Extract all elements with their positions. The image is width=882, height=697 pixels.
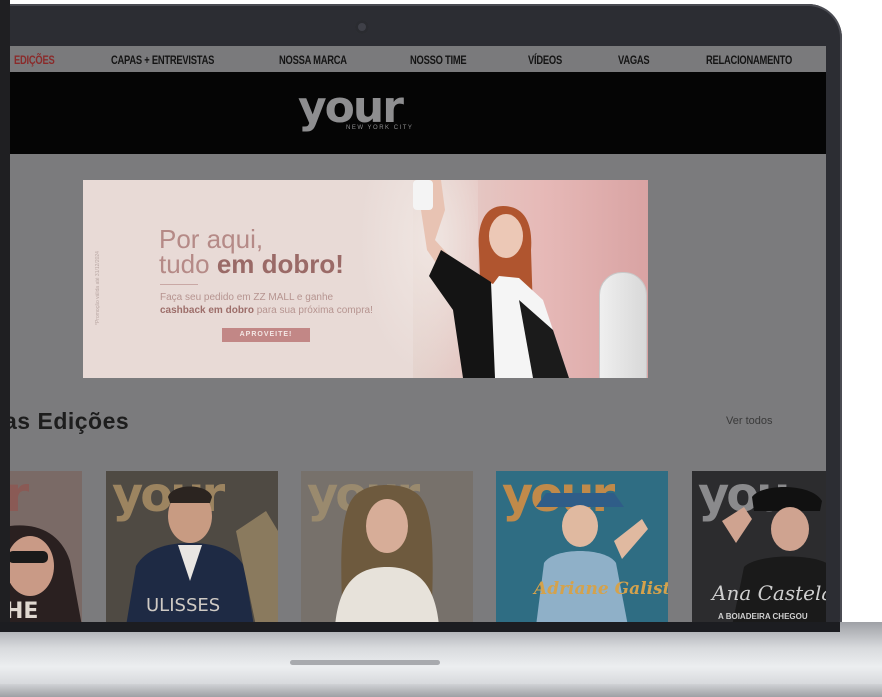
cover-photo <box>335 485 439 622</box>
cover-subtitle: A BOIADEIRA CHEGOU <box>718 612 808 621</box>
banner-disclaimer: *Promoção válida até 31/12/2024 <box>95 251 101 325</box>
promo-banner[interactable]: *Promoção válida até 31/12/2024 Por aqui… <box>83 180 648 378</box>
laptop-hinge <box>0 622 840 632</box>
edition-cover[interactable]: your HE <box>10 471 82 622</box>
banner-mirror-decoration <box>599 272 647 378</box>
cover-name: Adriane Galisteu <box>534 579 668 599</box>
logo-subtitle: NEW YORK CITY <box>346 125 414 131</box>
webcam-icon <box>355 20 369 34</box>
model-face <box>489 214 523 258</box>
sunglasses-icon <box>10 551 48 563</box>
edition-cover[interactable]: you Ana Castela A BOIADEIRA CHEGOU <box>692 471 826 622</box>
banner-subtext-line2: cashback em dobro para sua próxima compr… <box>160 305 373 316</box>
section-title: as Edições <box>10 408 130 434</box>
cover-name: ULISSES <box>146 595 221 616</box>
banner-headline-line2: tudo em dobro! <box>159 251 344 277</box>
cover-photo <box>536 493 648 622</box>
site-logo[interactable]: your <box>298 86 404 130</box>
banner-subtext-rest: para sua próxima compra! <box>253 305 373 316</box>
laptop-base-edge <box>0 684 882 697</box>
see-all-link[interactable]: Ver todos <box>726 415 772 427</box>
nav-item-videos[interactable]: VÍDEOS <box>528 53 562 67</box>
nav-item-vagas[interactable]: VAGAS <box>618 53 650 67</box>
site-header: your NEW YORK CITY <box>10 72 826 154</box>
banner-headline-prefix: tudo <box>159 249 217 279</box>
browser-screen: EDIÇÕES CAPAS + ENTREVISTAS NOSSA MARCA … <box>10 46 826 622</box>
cover-name: HE <box>10 599 39 622</box>
banner-cashback-bold: cashback em dobro <box>160 305 254 316</box>
banner-headline-bold: em dobro! <box>216 249 344 279</box>
nav-item-relacionamento[interactable]: RELACIONAMENTO <box>706 53 792 67</box>
edition-cover[interactable]: your ULISSES <box>106 471 278 622</box>
banner-subtext-line1: Faça seu pedido em ZZ MALL e ganhe <box>160 292 334 303</box>
edition-cover[interactable]: your <box>301 471 473 622</box>
nav-item-capas-entrevistas[interactable]: CAPAS + ENTREVISTAS <box>111 53 214 67</box>
nav-item-nosso-time[interactable]: NOSSO TIME <box>410 53 467 67</box>
phone-icon <box>413 180 433 210</box>
aproveite-button[interactable]: APROVEITE! <box>222 328 310 342</box>
banner-divider <box>160 284 198 285</box>
hat-icon <box>536 493 624 507</box>
left-edge <box>0 0 10 697</box>
nav-item-edicoes[interactable]: EDIÇÕES <box>14 53 55 67</box>
edition-cover[interactable]: your Adriane Galisteu <box>496 471 668 622</box>
nav-item-nossa-marca[interactable]: NOSSA MARCA <box>279 53 347 67</box>
banner-model-photo <box>413 180 569 378</box>
top-navigation: EDIÇÕES CAPAS + ENTREVISTAS NOSSA MARCA … <box>10 46 826 73</box>
laptop-notch <box>290 660 440 665</box>
cover-name: Ana Castela <box>712 581 826 605</box>
